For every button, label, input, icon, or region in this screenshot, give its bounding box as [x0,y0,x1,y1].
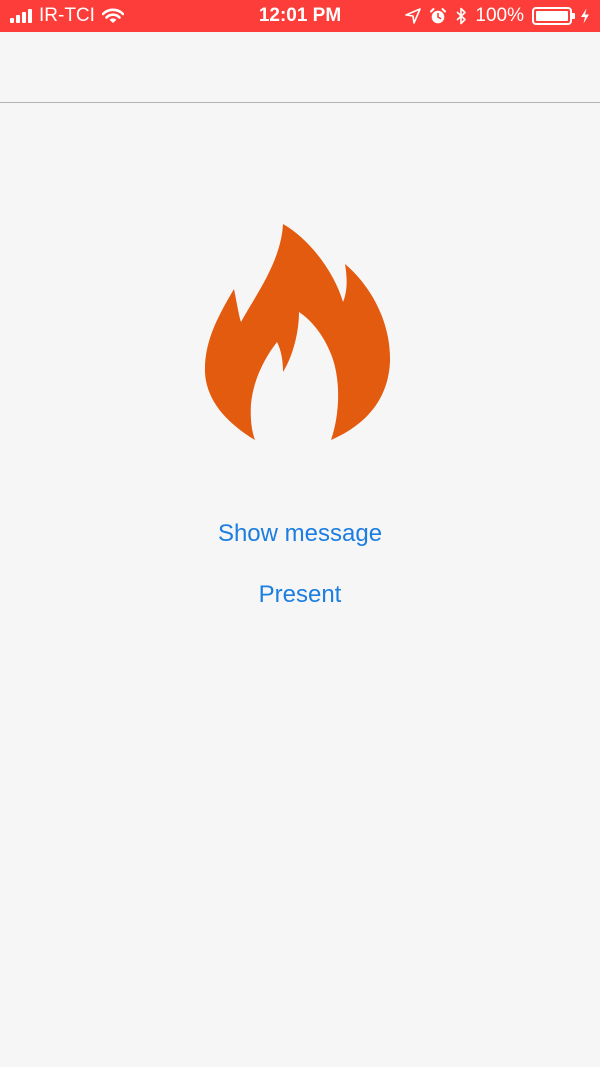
battery-fill [536,11,568,21]
bluetooth-icon [456,7,467,25]
status-bar-left: IR-TCI [10,0,124,32]
flame-icon [204,224,391,440]
status-bar-right: 100% [405,0,590,32]
battery-icon [532,7,575,25]
show-message-button[interactable]: Show message [0,514,600,554]
wifi-icon [101,8,124,23]
location-icon [405,8,422,24]
carrier-label: IR-TCI [39,5,95,26]
alarm-icon [430,8,447,24]
battery-percent-label: 100% [475,5,524,26]
present-button[interactable]: Present [0,575,600,615]
flame-shape [204,224,391,440]
app-screen: IR-TCI 12:01 PM 100% Show message Presen… [0,0,600,1067]
navigation-bar [0,32,600,103]
status-bar: IR-TCI 12:01 PM 100% [0,0,600,32]
signal-icon [10,9,32,23]
charging-icon [581,8,589,24]
